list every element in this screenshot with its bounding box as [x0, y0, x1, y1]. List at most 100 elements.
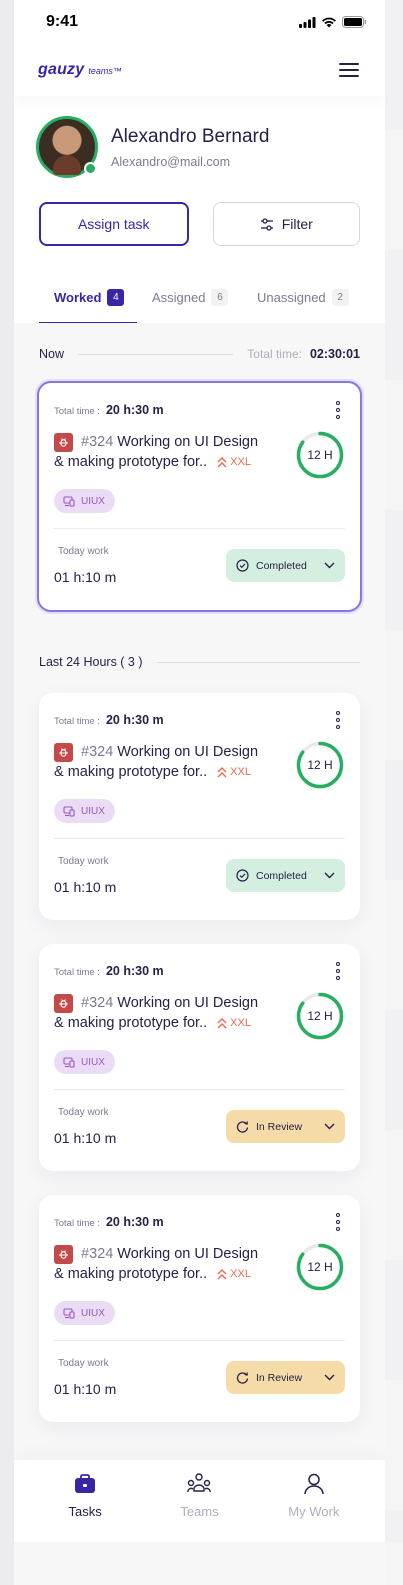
task-title[interactable]: #324 Working on UI Design [81, 434, 258, 450]
filter-icon [260, 217, 273, 231]
more-options-icon[interactable] [336, 962, 340, 980]
devices-icon [63, 1307, 75, 1319]
task-title-line1: Working on UI Design [117, 434, 259, 450]
avatar[interactable] [36, 116, 98, 178]
task-card[interactable]: Total time : 20 h:30 m #324 Working on UI … [39, 693, 360, 920]
task-title-line2: & making prototype for.. [54, 1266, 208, 1282]
filter-label: Filter [281, 216, 313, 232]
menu-icon[interactable] [339, 63, 359, 77]
tab-label: Worked [54, 290, 102, 305]
tag-label: UIUX [81, 1056, 105, 1068]
size-label: XXL [230, 766, 251, 778]
bottom-navigation: Tasks Teams My Work [14, 1460, 385, 1542]
task-total-time: Total time : 20 h:30 m [54, 964, 164, 978]
today-work-value: 01 h:10 m [54, 1381, 117, 1397]
tab-unassigned[interactable]: Unassigned 2 [242, 289, 362, 324]
size-label: XXL [230, 456, 251, 468]
today-work-label: Today work [58, 1358, 109, 1369]
app-header: gauzy teams™ [14, 44, 385, 96]
logo-text: gauzy [38, 61, 85, 78]
task-title-line2: & making prototype for.. [54, 764, 208, 780]
filter-button[interactable]: Filter [212, 202, 360, 246]
task-title[interactable]: #324 Working on UI Design [81, 744, 258, 760]
tag-label: UIUX [81, 805, 105, 817]
status-dropdown[interactable]: In Review [226, 1110, 345, 1143]
profile-section: Alexandro Bernard Alexandro@mail.com [14, 96, 385, 178]
nav-tasks[interactable]: Tasks [35, 1472, 135, 1542]
status-label: In Review [256, 1120, 303, 1133]
review-icon [236, 1121, 249, 1133]
today-work-label: Today work [58, 1107, 109, 1118]
size-badge: XXL [217, 1268, 251, 1280]
total-time-value: 20 h:30 m [105, 1215, 164, 1229]
task-title-line2-row: & making prototype for.. XXL [54, 764, 251, 780]
nav-my-work[interactable]: My Work [264, 1472, 364, 1542]
task-title[interactable]: #324 Working on UI Design [81, 1246, 258, 1262]
status-label: Completed [256, 559, 307, 572]
bug-icon [54, 743, 73, 762]
size-badge: XXL [217, 1017, 251, 1029]
label-tag[interactable]: UIUX [54, 1301, 115, 1325]
check-circle-icon [236, 559, 249, 572]
status-bar: 9:41 [14, 0, 385, 44]
estimate-label: 12 H [307, 1260, 333, 1274]
task-total-time: Total time : 20 h:30 m [54, 713, 164, 727]
size-label: XXL [230, 1017, 251, 1029]
estimate-label: 12 H [307, 1009, 333, 1023]
task-card[interactable]: Total time : 20 h:30 m #324 Working on UI … [39, 944, 360, 1171]
more-options-icon[interactable] [336, 711, 340, 729]
action-buttons: Assign task Filter [14, 178, 385, 246]
total-time-label: Total time : [54, 1218, 100, 1229]
chevron-down-icon [324, 1123, 335, 1130]
section-label: Now [39, 347, 65, 361]
people-icon [187, 1473, 212, 1493]
nav-label: Teams [180, 1504, 219, 1519]
tab-count-badge: 4 [107, 289, 125, 306]
label-tag[interactable]: UIUX [54, 489, 115, 513]
label-tag[interactable]: UIUX [54, 1050, 115, 1074]
total-time-label: Total time : [54, 716, 100, 727]
divider [156, 661, 360, 663]
battery-icon [342, 16, 366, 28]
more-options-icon[interactable] [336, 401, 340, 419]
estimate-progress-ring: 12 H [295, 1242, 345, 1292]
estimate-progress-ring: 12 H [295, 991, 345, 1041]
status-dropdown[interactable]: Completed [226, 859, 345, 892]
task-title-line2-row: & making prototype for.. XXL [54, 1015, 251, 1031]
status-dropdown[interactable]: Completed [226, 549, 345, 582]
double-chevron-up-icon [217, 456, 227, 467]
task-card[interactable]: Total time : 20 h:30 m #324 Working on UI … [37, 381, 362, 612]
total-time-value: 20 h:30 m [105, 403, 164, 417]
tab-worked[interactable]: Worked 4 [39, 289, 137, 324]
task-number: #324 [81, 1246, 114, 1262]
logo-subtext: teams™ [88, 66, 122, 76]
more-options-icon[interactable] [336, 1213, 340, 1231]
task-title-line1: Working on UI Design [117, 1246, 259, 1262]
today-work-label: Today work [58, 856, 109, 867]
status-time: 9:41 [46, 13, 79, 30]
app-logo[interactable]: gauzy teams™ [38, 61, 122, 79]
size-badge: XXL [217, 456, 251, 468]
task-list[interactable]: Now Total time: 02:30:01 Last 24 Hours (… [14, 323, 385, 1585]
tag-label: UIUX [81, 495, 105, 507]
total-time-label: Total time : [54, 967, 100, 978]
total-time-label: Total time: [247, 347, 302, 361]
nav-teams[interactable]: Teams [149, 1472, 249, 1542]
user-icon [304, 1473, 324, 1495]
estimate-progress-ring: 12 H [295, 430, 345, 480]
divider [54, 1089, 345, 1090]
devices-icon [63, 1056, 75, 1068]
status-dropdown[interactable]: In Review [226, 1361, 345, 1394]
task-title[interactable]: #324 Working on UI Design [81, 995, 258, 1011]
review-icon [236, 1372, 249, 1384]
assign-task-button[interactable]: Assign task [39, 202, 189, 246]
label-tag[interactable]: UIUX [54, 799, 115, 823]
tab-assigned[interactable]: Assigned 6 [137, 289, 242, 324]
chevron-down-icon [324, 562, 335, 569]
tab-label: Assigned [152, 290, 206, 305]
task-card[interactable]: Total time : 20 h:30 m #324 Working on UI … [39, 1195, 360, 1422]
total-time-value: 20 h:30 m [105, 713, 164, 727]
devices-icon [63, 495, 75, 507]
nav-label: Tasks [68, 1504, 102, 1519]
status-icons [299, 16, 367, 28]
